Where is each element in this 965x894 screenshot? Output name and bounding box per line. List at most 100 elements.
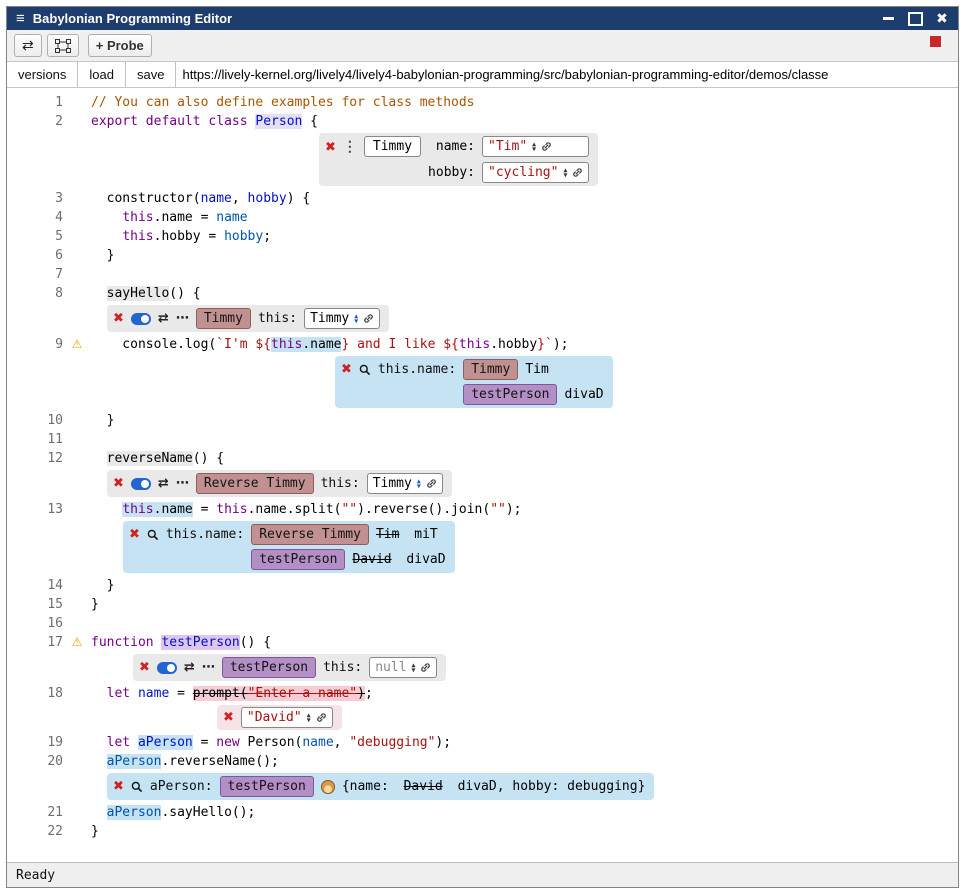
link-icon[interactable] [420,662,431,673]
close-widget-icon[interactable]: ✖ [325,138,336,157]
link-icon[interactable] [541,141,552,152]
code-line[interactable]: 1// You can also define examples for cla… [7,93,958,112]
more-options-icon[interactable]: ⋯ [176,309,189,328]
example-name-input[interactable]: Timmy [364,136,421,157]
probe-head: ✖this.name: [341,359,456,380]
more-options-icon[interactable]: ⋯ [202,658,215,677]
code-line[interactable]: ✖⇄⋯testPersonthis:null▲▼ [7,652,958,684]
url-field[interactable]: https://lively-kernel.org/lively4/lively… [176,62,958,87]
link-icon[interactable] [426,478,437,489]
code-line[interactable]: 16 [7,614,958,633]
value-dropdown[interactable]: Timmy▲▼ [367,473,443,494]
close-widget-icon[interactable]: ✖ [223,708,234,727]
add-probe-button[interactable]: + Probe [88,34,152,57]
code-line[interactable]: 8 sayHello() { [7,284,958,303]
code-line[interactable]: 2export default class Person { [7,112,958,131]
code-line[interactable]: 3 constructor(name, hobby) { [7,189,958,208]
spinner-icon[interactable]: ▲▼ [307,713,311,723]
code-line[interactable]: 10 } [7,411,958,430]
switch-example-icon[interactable]: ⇄ [184,658,195,677]
code-line[interactable]: ✖⇄⋯Timmythis:Timmy▲▼ [7,303,958,335]
code-line[interactable]: 20 aPerson.reverseName(); [7,752,958,771]
maximize-icon[interactable] [907,11,923,27]
code-line[interactable]: 18 let name = prompt("Enter a name"); [7,684,958,703]
value-dropdown[interactable]: "Tim"▲▼ [482,136,589,157]
link-icon[interactable] [316,712,327,723]
activate-toggle-icon[interactable] [131,478,151,490]
code-line[interactable]: 19 let aPerson = new Person(name, "debug… [7,733,958,752]
more-options-icon[interactable]: ⋯ [176,474,189,493]
spinner-icon[interactable]: ▲▼ [532,142,536,152]
minimize-icon[interactable] [880,11,896,27]
spinner-icon[interactable]: ▲▼ [354,314,358,324]
code-token: class [208,114,247,129]
line-number: 8 [7,284,63,303]
code-line[interactable]: ✖this.name:TimmyTimtestPersondivaD [7,354,958,411]
example-badge[interactable]: Timmy [196,308,251,329]
code-line[interactable]: 22} [7,822,958,841]
code-line[interactable]: 17⚠function testPerson() { [7,633,958,652]
example-badge[interactable]: Timmy [463,359,518,380]
example-badge[interactable]: testPerson [222,657,316,678]
code-token: Person [255,114,302,129]
activate-toggle-icon[interactable] [131,313,151,325]
code-token: aPerson [107,805,162,820]
close-widget-icon[interactable]: ✖ [129,525,140,544]
code-line[interactable]: 7 [7,265,958,284]
code-line[interactable]: 13 this.name = this.name.split("").rever… [7,500,958,519]
spinner-icon[interactable]: ▲▼ [417,479,421,489]
swap-button[interactable]: ⇄ [14,34,42,57]
code-editor[interactable]: 1// You can also define examples for cla… [7,88,958,862]
code-line[interactable]: 5 this.hobby = hobby; [7,227,958,246]
save-button[interactable]: save [126,62,176,87]
spinner-icon[interactable]: ▲▼ [412,663,416,673]
value-dropdown[interactable]: null▲▼ [369,657,437,678]
close-widget-icon[interactable]: ✖ [113,309,124,328]
example-badge[interactable]: Reverse Timmy [196,473,314,494]
example-badge[interactable]: testPerson [251,549,345,570]
example-badge[interactable]: testPerson [220,776,314,797]
code-token: this [271,337,302,352]
link-icon[interactable] [363,313,374,324]
line-number: 13 [7,500,63,519]
code-line[interactable]: 11 [7,430,958,449]
spinner-icon[interactable]: ▲▼ [563,168,567,178]
example-badge[interactable]: Reverse Timmy [251,524,369,545]
code-line[interactable]: ✖⇄⋯Reverse Timmythis:Timmy▲▼ [7,468,958,500]
value-dropdown[interactable]: Timmy▲▼ [304,308,380,329]
value-dropdown[interactable]: "David"▲▼ [241,707,333,728]
line-number: 7 [7,265,63,284]
code-line[interactable]: ✖this.name:Reverse TimmyTim miTtestPerso… [7,519,958,576]
code-line[interactable]: ✖ "David"▲▼ [7,703,958,733]
close-widget-icon[interactable]: ✖ [139,658,150,677]
link-icon[interactable] [572,167,583,178]
switch-example-icon[interactable]: ⇄ [158,474,169,493]
code-line[interactable]: 9⚠ console.log(`I'm ${this.name} and I l… [7,335,958,354]
code-line[interactable]: 21 aPerson.sayHello(); [7,803,958,822]
code-line[interactable]: ✖aPerson:testPerson{name: David divaD, h… [7,771,958,803]
code-token: .name [302,337,341,352]
close-widget-icon[interactable]: ✖ [341,360,352,379]
load-button[interactable]: load [78,62,126,87]
example-badge[interactable]: testPerson [463,384,557,405]
marquee-button[interactable] [47,34,79,57]
code-line[interactable]: 6 } [7,246,958,265]
code-line[interactable]: ✖⋮Timmyname:"Tim"▲▼hobby:"cycling"▲▼ [7,131,958,189]
close-widget-icon[interactable]: ✖ [113,777,124,796]
activate-toggle-icon[interactable] [157,662,177,674]
menu-icon[interactable]: ≡ [16,10,25,27]
code-line[interactable]: 14 } [7,576,958,595]
close-window-icon[interactable]: ✖ [934,11,950,27]
code-token [138,114,146,129]
code-line[interactable]: 12 reverseName() { [7,449,958,468]
code-token: () { [240,635,271,650]
code-token: ); [435,735,451,750]
drag-handle-icon[interactable]: ⋮ [343,138,357,157]
close-widget-icon[interactable]: ✖ [113,474,124,493]
switch-example-icon[interactable]: ⇄ [158,309,169,328]
warning-icon: ⚠ [63,633,91,652]
code-line[interactable]: 15} [7,595,958,614]
versions-button[interactable]: versions [7,62,78,87]
value-dropdown[interactable]: "cycling"▲▼ [482,162,589,183]
code-line[interactable]: 4 this.name = name [7,208,958,227]
